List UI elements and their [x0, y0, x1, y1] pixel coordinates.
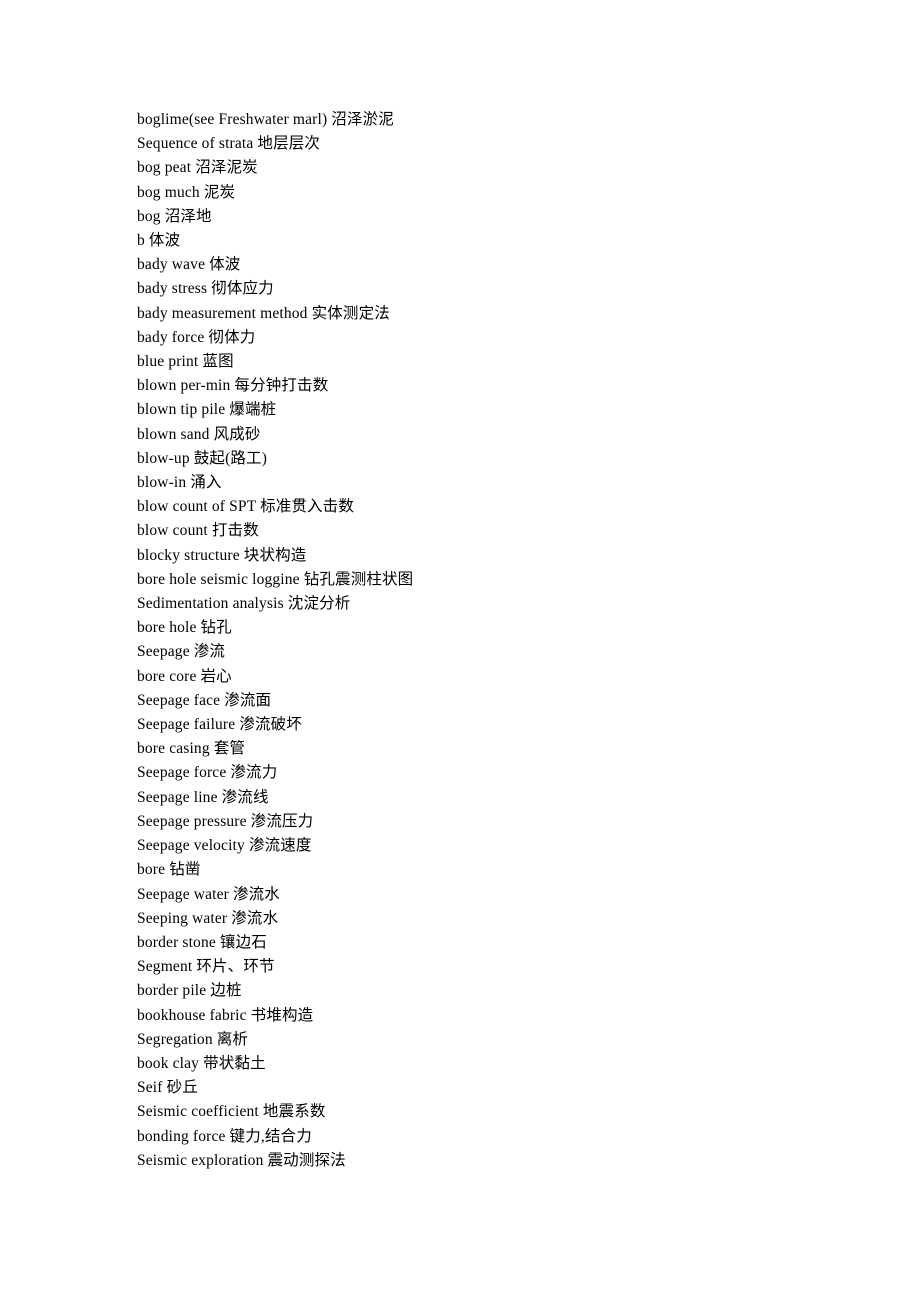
- glossary-entry: blow-in 涌入: [137, 474, 222, 492]
- glossary-entry: bog peat 沼泽泥炭: [137, 159, 258, 177]
- glossary-entry: bookhouse fabric 书堆构造: [137, 1006, 314, 1024]
- glossary-entry: bady force 彻体力: [137, 328, 256, 346]
- glossary-entry: bady measurement method 实体测定法: [137, 304, 390, 322]
- glossary-entry: Seismic coefficient 地震系数: [137, 1103, 326, 1121]
- glossary-entry: bore hole seismic loggine 钻孔震测柱状图: [137, 570, 414, 588]
- glossary-entry: blow count of SPT 标准贯入击数: [137, 498, 354, 516]
- document-page: boglime(see Freshwater marl) 沼泽淤泥 Sequenc…: [0, 0, 920, 1302]
- glossary-entry: bog 沼泽地: [137, 207, 212, 225]
- glossary-entry: bore 钻凿: [137, 861, 201, 879]
- glossary-entry: boglime(see Freshwater marl) 沼泽淤泥: [137, 111, 394, 128]
- glossary-entry: Seepage failure 渗流破坏: [137, 716, 302, 734]
- glossary-entry: bonding force 键力,结合力: [137, 1127, 312, 1145]
- glossary-entry: blow count 打击数: [137, 522, 259, 540]
- glossary-entry: Seeping water 渗流水: [137, 909, 279, 927]
- glossary-entry: Seepage 渗流: [137, 643, 226, 661]
- glossary-entry: bog much 泥炭: [137, 183, 236, 201]
- glossary-entry: blown sand 风成砂: [137, 425, 261, 443]
- glossary-entry: border pile 边桩: [137, 982, 242, 1000]
- glossary-entry: Segment 环片、环节: [137, 958, 275, 976]
- glossary-entry: blow-up 鼓起(路工): [137, 449, 268, 467]
- glossary-entry: blown per-min 每分钟打击数: [137, 377, 329, 395]
- glossary-entry: book clay 带状黏土: [137, 1054, 266, 1072]
- glossary-entry: Segregation 离析: [137, 1030, 249, 1048]
- glossary-entry: bady wave 体波: [137, 256, 241, 274]
- glossary-entry: Seif 砂丘: [137, 1079, 198, 1097]
- glossary-entry: Seepage water 渗流水: [137, 885, 280, 903]
- glossary-entry: Sedimentation analysis 沈淀分析: [137, 595, 351, 613]
- glossary-entry: bore hole 钻孔: [137, 619, 232, 637]
- glossary-entry: border stone 镶边石: [137, 933, 267, 951]
- glossary-entry: Seepage line 渗流线: [137, 788, 269, 806]
- glossary-entry: Seepage force 渗流力: [137, 764, 278, 782]
- glossary-text-block: boglime(see Freshwater marl) 沼泽淤泥 Sequenc…: [137, 108, 837, 1173]
- glossary-entry: bady stress 彻体应力: [137, 280, 274, 298]
- glossary-list: boglime(see Freshwater marl) 沼泽淤泥 Sequenc…: [137, 108, 837, 1173]
- glossary-entry: blocky structure 块状构造: [137, 546, 307, 564]
- glossary-entry: bore casing 套管: [137, 740, 246, 758]
- glossary-entry: blown tip pile 爆端桩: [137, 401, 277, 419]
- glossary-entry: Seismic exploration 震动测探法: [137, 1151, 346, 1169]
- glossary-entry: bore core 岩心: [137, 667, 232, 685]
- glossary-entry: Sequence of strata 地层层次: [137, 135, 321, 153]
- glossary-entry: Seepage face 渗流面: [137, 691, 272, 709]
- glossary-entry: Seepage velocity 渗流速度: [137, 837, 312, 855]
- glossary-entry: Seepage pressure 渗流压力: [137, 812, 314, 830]
- glossary-entry: b 体波: [137, 232, 181, 250]
- glossary-entry: blue print 蓝图: [137, 353, 234, 371]
